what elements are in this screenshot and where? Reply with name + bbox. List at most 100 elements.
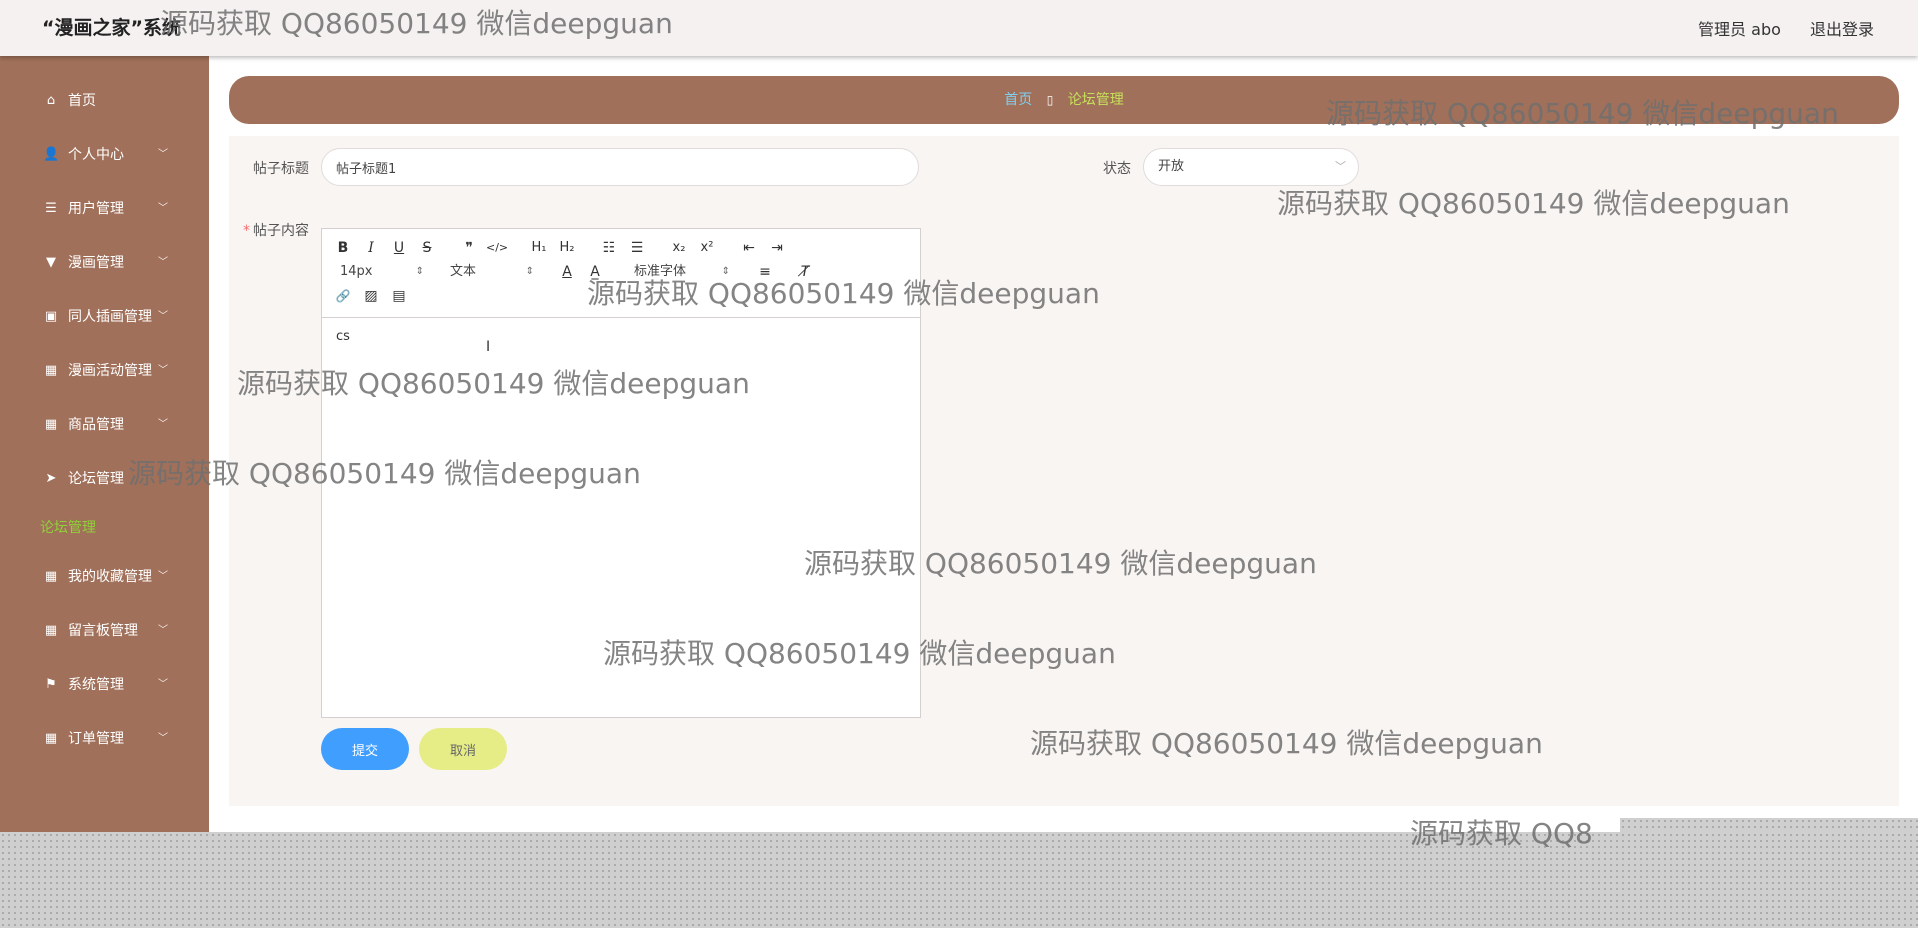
top-header: “漫画之家”系统 管理员 abo 退出登录 <box>0 0 1918 56</box>
sidebar-item-0[interactable]: ⌂ 首页 <box>0 74 209 128</box>
send-icon: ➤ <box>45 471 57 486</box>
chevron-down-icon: ﹀ <box>158 257 168 268</box>
post-form: 帖子标题 状态 开放 ﹀ *帖子内容 B I U S ❞ </> H₁ H₂ ☷… <box>229 136 1899 806</box>
chevron-down-icon: ﹀ <box>158 419 168 430</box>
bold-button[interactable]: B <box>332 237 354 259</box>
chevron-down-icon: ﹀ <box>158 203 168 214</box>
brush-icon: ▼ <box>46 255 56 270</box>
chevron-down-icon: ﹀ <box>158 733 168 744</box>
sidebar-item-7[interactable]: ➤ 论坛管理 <box>0 452 209 506</box>
user-icon: 👤 <box>43 147 60 162</box>
sidebar-item-label: 论坛管理 <box>68 471 124 487</box>
font-family-value: 标准字体 <box>634 264 687 279</box>
superscript-button[interactable]: x² <box>696 237 718 259</box>
chevron-down-icon: ﹀ <box>158 311 168 322</box>
sidebar-item-after-3[interactable]: ▦ 订单管理 ﹀ <box>0 712 209 766</box>
background-pattern <box>1620 818 1918 832</box>
font-size-select[interactable]: 14px ⇕ <box>340 261 424 283</box>
image-button[interactable]: ▨ <box>360 285 382 307</box>
sidebar-item-label: 留言板管理 <box>68 623 138 639</box>
flag-icon: ⚑ <box>45 677 57 692</box>
h2-button[interactable]: H₂ <box>556 237 578 259</box>
text-color-button[interactable]: A <box>556 261 578 283</box>
editor-content[interactable]: cs <box>336 329 350 344</box>
sidebar: ⌂ 首页 👤 个人中心 ﹀ ☰ 用户管理 ﹀ ▼ 漫画管理 ﹀ ▣ 同人插画管理 ﹀ ▦ 漫画活动管理 ﹀ ▦ 商品… <box>0 56 209 832</box>
grid-icon: ▦ <box>44 569 58 584</box>
link-button[interactable]: 🔗 <box>332 285 354 307</box>
sidebar-item-label: 首页 <box>68 93 96 109</box>
sidebar-item-label: 同人插画管理 <box>68 309 152 325</box>
header-value: 文本 <box>450 264 477 279</box>
status-select[interactable]: 开放 ﹀ <box>1143 148 1359 186</box>
header-user-area: 管理员 abo 退出登录 <box>1674 16 1874 40</box>
h1-button[interactable]: H₁ <box>528 237 550 259</box>
submit-button[interactable]: 提交 <box>321 728 409 770</box>
rich-text-editor: B I U S ❞ </> H₁ H₂ ☷ ☰ x₂ x² ⇤ ⇥ 14px ⇕ … <box>321 228 921 718</box>
indent-button[interactable]: ⇥ <box>766 237 788 259</box>
sidebar-item-label: 漫画活动管理 <box>68 363 152 379</box>
outdent-button[interactable]: ⇤ <box>738 237 760 259</box>
sidebar-item-4[interactable]: ▣ 同人插画管理 ﹀ <box>0 290 209 344</box>
background-pattern <box>0 832 1918 928</box>
background-color-button[interactable]: A̲ <box>584 261 606 283</box>
breadcrumb-separator: ▯ <box>1046 93 1054 107</box>
sidebar-item-label: 系统管理 <box>68 677 124 693</box>
content-label-text: 帖子内容 <box>253 223 309 239</box>
font-family-select[interactable]: 标准字体 ⇕ <box>634 261 730 283</box>
align-button[interactable]: ≡ <box>754 261 776 283</box>
italic-button[interactable]: I <box>360 237 382 259</box>
chevron-down-icon: ﹀ <box>158 149 168 160</box>
sidebar-menu: ⌂ 首页 👤 个人中心 ﹀ ☰ 用户管理 ﹀ ▼ 漫画管理 ﹀ ▣ 同人插画管理 ﹀ ▦ 漫画活动管理 ﹀ ▦ 商品… <box>0 56 209 766</box>
code-button[interactable]: </> <box>486 237 508 259</box>
sidebar-item-label: 商品管理 <box>68 417 124 433</box>
grid-icon: ▦ <box>44 623 58 638</box>
chevron-down-icon: ﹀ <box>158 679 168 690</box>
underline-button[interactable]: U <box>388 237 410 259</box>
logout-link[interactable]: 退出登录 <box>1810 20 1874 39</box>
ordered-list-button[interactable]: ☷ <box>598 237 620 259</box>
briefcase-icon: ▣ <box>44 309 58 324</box>
sidebar-item-label: 漫画管理 <box>68 255 124 271</box>
sidebar-item-2[interactable]: ☰ 用户管理 ﹀ <box>0 182 209 236</box>
video-button[interactable]: ▤ <box>388 285 410 307</box>
sidebar-item-5[interactable]: ▦ 漫画活动管理 ﹀ <box>0 344 209 398</box>
breadcrumb: 首页 ▯ 论坛管理 <box>229 76 1899 124</box>
chevron-down-icon: ﹀ <box>158 571 168 582</box>
sidebar-item-1[interactable]: 👤 个人中心 ﹀ <box>0 128 209 182</box>
sidebar-item-after-2[interactable]: ⚑ 系统管理 ﹀ <box>0 658 209 712</box>
updown-icon: ⇕ <box>525 266 534 277</box>
bullet-list-button[interactable]: ☰ <box>626 237 648 259</box>
subscript-button[interactable]: x₂ <box>668 237 690 259</box>
chevron-down-icon: ﹀ <box>158 625 168 636</box>
sliders-icon: ☰ <box>45 201 57 216</box>
sidebar-item-label: 个人中心 <box>68 147 124 163</box>
updown-icon: ⇕ <box>721 266 730 277</box>
sidebar-subitem-forum[interactable]: 论坛管理 <box>0 506 209 550</box>
apps-icon: ▦ <box>44 417 58 432</box>
cancel-button[interactable]: 取消 <box>419 728 507 770</box>
clean-format-button[interactable]: T̸ <box>794 261 816 283</box>
chevron-down-icon: ﹀ <box>1335 160 1346 173</box>
main-content: 首页 ▯ 论坛管理 帖子标题 状态 开放 ﹀ *帖子内容 B I U S ❞ <… <box>209 56 1918 832</box>
content-label: * 帖子内容 <box>243 220 309 240</box>
sidebar-item-label: 订单管理 <box>68 731 124 747</box>
sidebar-item-after-0[interactable]: ▦ 我的收藏管理 ﹀ <box>0 550 209 604</box>
sidebar-item-label: 我的收藏管理 <box>68 569 152 585</box>
sidebar-item-after-1[interactable]: ▦ 留言板管理 ﹀ <box>0 604 209 658</box>
sidebar-item-3[interactable]: ▼ 漫画管理 ﹀ <box>0 236 209 290</box>
breadcrumb-current: 论坛管理 <box>1067 92 1124 108</box>
sidebar-item-6[interactable]: ▦ 商品管理 ﹀ <box>0 398 209 452</box>
text-cursor-icon: I <box>486 339 491 355</box>
home-icon: ⌂ <box>46 93 56 108</box>
current-user: 管理员 abo <box>1698 20 1781 39</box>
status-selected-value: 开放 <box>1158 159 1185 174</box>
app-title: “漫画之家”系统 <box>42 17 181 39</box>
chevron-down-icon: ﹀ <box>158 365 168 376</box>
title-label: 帖子标题 <box>253 161 309 177</box>
grid-icon: ▦ <box>44 731 58 746</box>
header-select[interactable]: 文本 ⇕ <box>450 261 534 283</box>
title-input[interactable] <box>321 148 919 186</box>
quote-button[interactable]: ❞ <box>458 237 480 259</box>
strike-button[interactable]: S <box>416 237 438 259</box>
breadcrumb-home[interactable]: 首页 <box>1004 92 1032 108</box>
